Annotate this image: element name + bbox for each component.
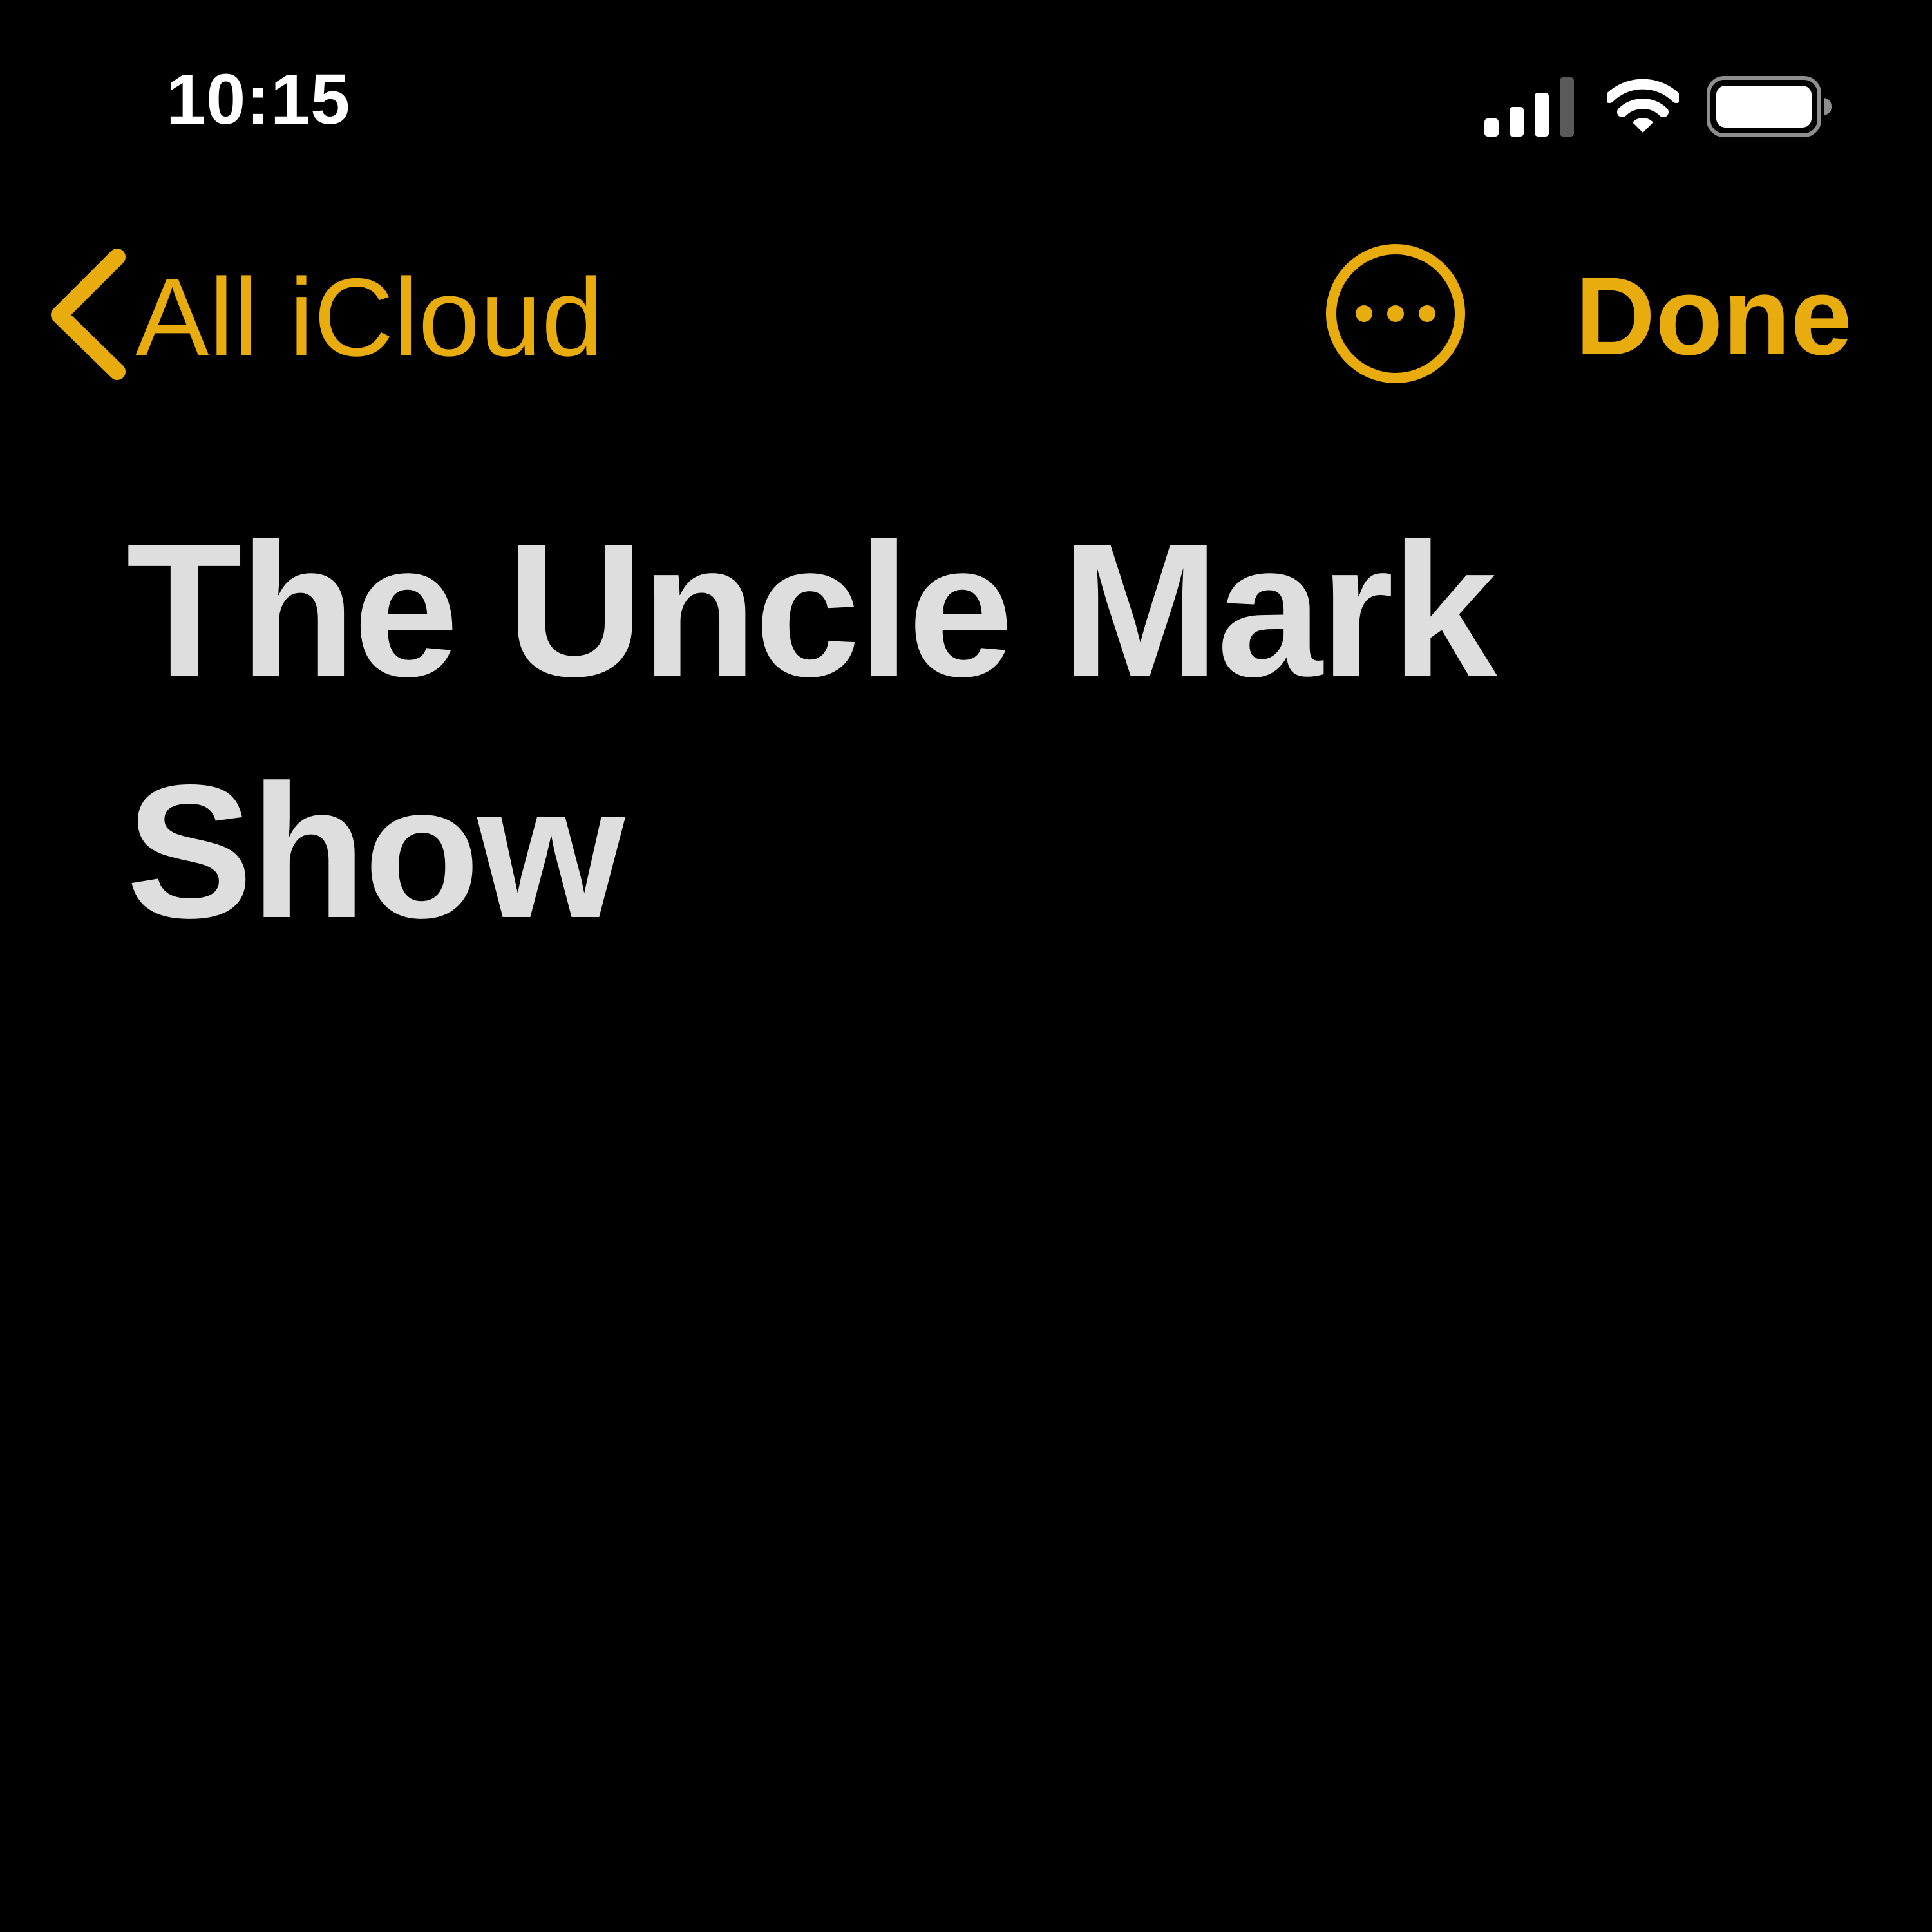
back-button-label: All iCloud (135, 256, 603, 379)
back-button[interactable]: All iCloud (45, 248, 603, 380)
wifi-icon (1607, 79, 1679, 133)
note-body-editor[interactable] (126, 979, 1801, 1880)
battery-icon (1707, 76, 1832, 137)
note-title[interactable]: The Uncle Mark Show (126, 489, 1801, 972)
cellular-signal-icon (1484, 77, 1574, 137)
done-button[interactable]: Done (1575, 261, 1852, 372)
ellipsis-circle-icon[interactable] (1324, 242, 1467, 385)
notes-screen: 10:15 All iCloud Done The Uncle Mark Sho… (0, 0, 1932, 1932)
status-time: 10:15 (166, 60, 351, 139)
chevron-left-icon (51, 249, 126, 380)
